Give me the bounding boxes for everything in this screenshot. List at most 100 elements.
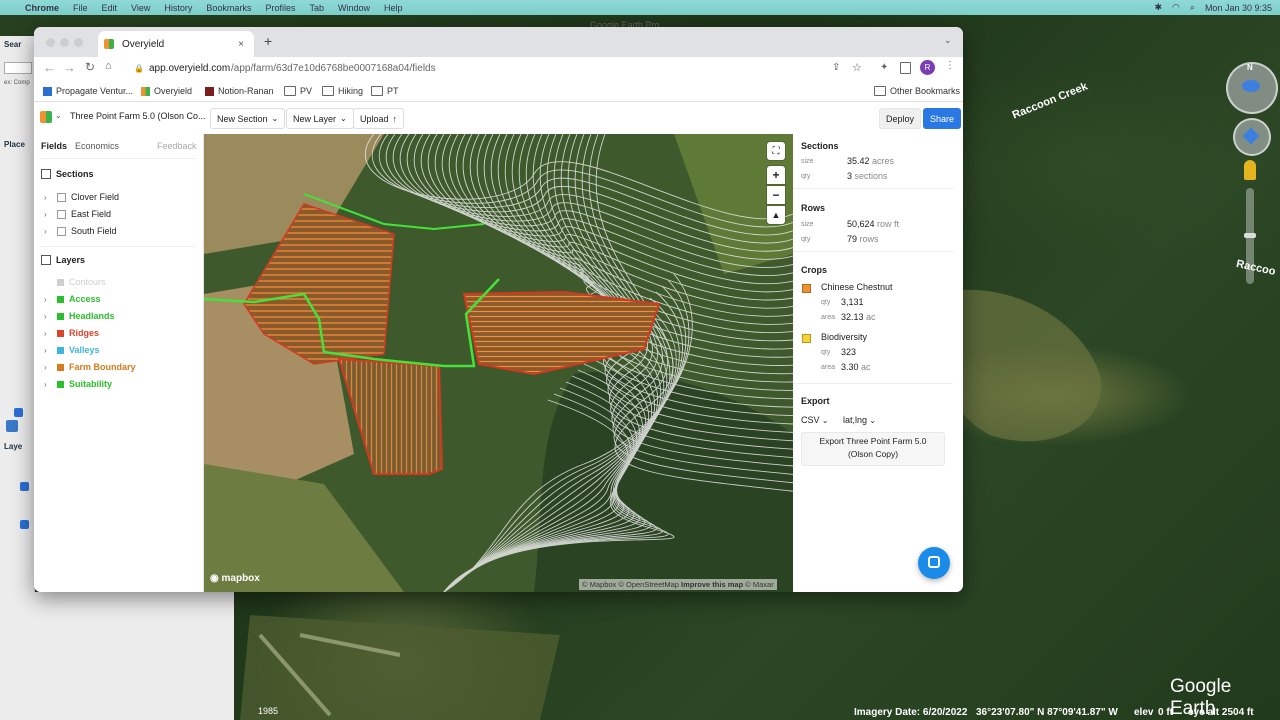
layer-access[interactable]: › Access (44, 294, 101, 304)
menubar-clock[interactable]: Mon Jan 30 9:35 (1205, 3, 1272, 13)
checkbox[interactable] (57, 192, 66, 202)
zoom-slider[interactable] (1244, 188, 1256, 284)
export-coords-select[interactable]: lat,lng ⌄ (843, 415, 876, 425)
layer-toggle[interactable] (57, 363, 64, 371)
layer-toggle[interactable] (57, 278, 64, 286)
checkbox[interactable] (57, 209, 66, 219)
checkbox[interactable] (57, 226, 66, 236)
deploy-button[interactable]: Deploy (879, 108, 922, 129)
farm-map[interactable]: ⛶ + − ▲ ◉ mapbox © Mapbox © OpenStreetMa… (204, 134, 793, 592)
attribution-osm[interactable]: © OpenStreetMap (618, 580, 679, 589)
chevron-right-icon[interactable]: › (44, 312, 52, 321)
layer-farm-boundary[interactable]: › Farm Boundary (44, 362, 136, 372)
overyield-logo[interactable] (40, 111, 52, 123)
share-button[interactable]: Share (923, 108, 962, 129)
chat-support-button[interactable] (918, 547, 950, 579)
zoom-slider-thumb[interactable] (1244, 233, 1256, 238)
layer-contours[interactable]: Contours (44, 277, 106, 287)
menu-profiles[interactable]: Profiles (265, 3, 295, 13)
menu-file[interactable]: File (73, 3, 88, 13)
back-icon[interactable]: ← (43, 60, 56, 75)
new-tab-button[interactable]: + (264, 33, 272, 49)
chevron-right-icon[interactable]: › (44, 227, 52, 236)
layer-valleys[interactable]: › Valleys (44, 345, 100, 355)
layer-toggle[interactable] (57, 312, 64, 320)
layers-panel-label[interactable]: Laye (4, 442, 22, 451)
menu-tab[interactable]: Tab (309, 3, 324, 13)
search-icon[interactable]: ⌕ (1190, 2, 1195, 13)
checkbox-icon[interactable] (14, 408, 23, 417)
section-south-field[interactable]: › South Field (44, 226, 117, 236)
close-tab-icon[interactable]: × (238, 39, 244, 50)
checkbox-icon[interactable] (20, 520, 29, 529)
zoom-out-button[interactable]: − (767, 186, 785, 204)
menu-view[interactable]: View (131, 3, 150, 13)
menu-history[interactable]: History (164, 3, 192, 13)
share-page-icon[interactable]: ⇪ (832, 62, 840, 73)
chrome-menu-icon[interactable]: ⋮ (945, 60, 955, 71)
bookmark-folder-pv[interactable]: PV (284, 86, 312, 96)
forward-icon[interactable]: → (63, 60, 76, 75)
search-field[interactable] (4, 62, 32, 74)
section-clover-field[interactable]: › Clover Field (44, 192, 119, 202)
bookmark-propagate[interactable]: Propagate Ventur... (43, 86, 133, 96)
layer-headlands[interactable]: › Headlands (44, 311, 115, 321)
bookmark-folder-pt[interactable]: PT (371, 86, 399, 96)
tab-economics[interactable]: Economics (75, 141, 119, 151)
chevron-down-icon[interactable]: ⌄ (55, 111, 62, 120)
tab-fields[interactable]: Fields (41, 141, 67, 151)
export-button[interactable]: Export Three Point Farm 5.0 (Olson Copy) (801, 432, 945, 466)
other-bookmarks[interactable]: Other Bookmarks (874, 86, 960, 96)
chevron-right-icon[interactable]: › (44, 380, 52, 389)
layer-ridges[interactable]: › Ridges (44, 328, 99, 338)
new-layer-button[interactable]: New Layer ⌄ (286, 108, 354, 129)
bookmark-star-icon[interactable]: ☆ (852, 61, 862, 74)
layer-toggle[interactable] (57, 346, 64, 354)
bookmark-overyield[interactable]: Overyield (141, 86, 192, 96)
lock-icon[interactable]: 🔒 (134, 64, 144, 73)
menu-window[interactable]: Window (338, 3, 370, 13)
menu-app-name[interactable]: Chrome (25, 3, 59, 13)
bookmark-notion[interactable]: Notion-Ranan (205, 86, 274, 96)
url-field[interactable]: 🔒 app.overyield.com /app/farm/63d7e10d67… (134, 60, 944, 80)
attribution-maxar[interactable]: © Maxar (745, 580, 773, 589)
pegman-icon[interactable] (1244, 160, 1256, 180)
move-joystick[interactable] (1233, 118, 1271, 156)
compass-icon[interactable]: ▲ (767, 206, 785, 224)
bookmark-folder-hiking[interactable]: Hiking (322, 86, 363, 96)
menu-bookmarks[interactable]: Bookmarks (206, 3, 251, 13)
upload-button[interactable]: Upload ↑ (353, 108, 405, 129)
wifi-icon[interactable]: ◠ (1172, 2, 1180, 13)
checkbox-icon[interactable] (20, 482, 29, 491)
close-window-button[interactable] (46, 38, 55, 47)
tab-search-chevron-icon[interactable]: ⌄ (944, 35, 952, 46)
fullscreen-button[interactable]: ⛶ (767, 142, 785, 160)
bluetooth-icon[interactable]: ✱ (1154, 2, 1162, 13)
layer-suitability[interactable]: › Suitability (44, 379, 112, 389)
new-section-button[interactable]: New Section ⌄ (210, 108, 286, 129)
zoom-window-button[interactable] (74, 38, 83, 47)
menu-edit[interactable]: Edit (102, 3, 118, 13)
zoom-in-button[interactable]: + (767, 166, 785, 184)
layer-toggle[interactable] (57, 295, 64, 303)
mapbox-logo[interactable]: ◉ mapbox (210, 573, 260, 584)
reload-icon[interactable]: ↻ (85, 60, 95, 74)
chevron-right-icon[interactable]: › (44, 193, 52, 202)
layer-toggle[interactable] (57, 380, 64, 388)
extensions-icon[interactable]: ✦ (880, 62, 888, 73)
chevron-right-icon[interactable]: › (44, 210, 52, 219)
chevron-right-icon[interactable]: › (44, 329, 52, 338)
chevron-right-icon[interactable]: › (44, 295, 52, 304)
places-panel-label[interactable]: Place (4, 140, 25, 149)
search-icon[interactable] (6, 420, 18, 432)
look-joystick[interactable]: N (1226, 62, 1278, 114)
improve-map-link[interactable]: Improve this map (681, 580, 743, 589)
tab-feedback[interactable]: Feedback (157, 141, 197, 151)
chevron-right-icon[interactable]: › (44, 363, 52, 372)
minimize-window-button[interactable] (60, 38, 69, 47)
profile-avatar[interactable]: R (920, 60, 935, 75)
side-panel-icon[interactable] (900, 62, 911, 74)
attribution-mapbox[interactable]: © Mapbox (582, 580, 616, 589)
tab-overyield[interactable]: Overyield × (98, 31, 254, 57)
menu-help[interactable]: Help (384, 3, 403, 13)
